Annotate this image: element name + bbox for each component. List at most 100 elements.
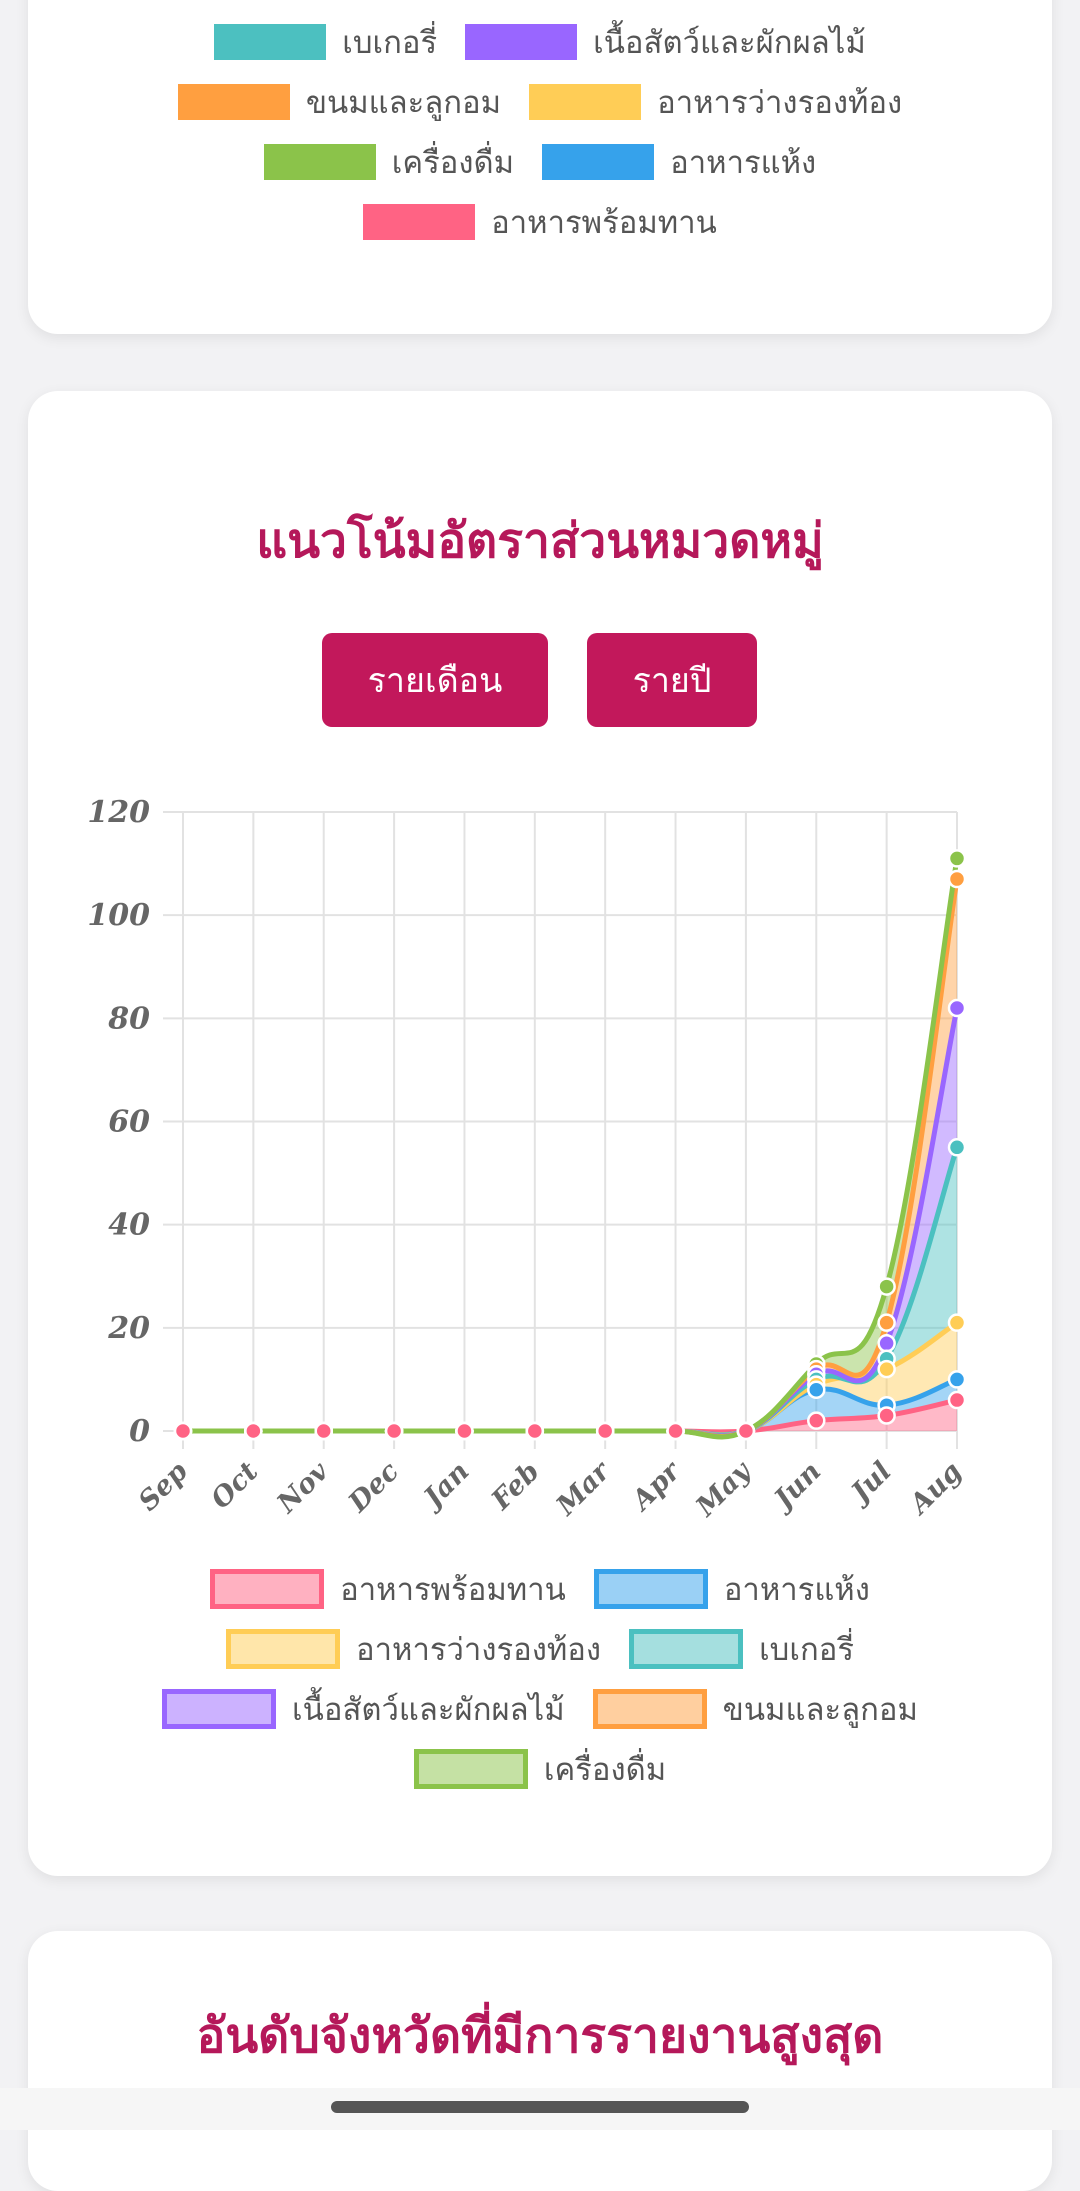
legend-label: เบเกอรี่ [759,1632,854,1668]
data-point [947,1313,967,1332]
category-legend-card: เบเกอรี่ เนื้อสัตว์และผักผลไม้ขนมและลูกอม… [28,0,1052,334]
legend-swatch [413,1749,528,1789]
legend-row: เบเกอรี่ เนื้อสัตว์และผักผลไม้ [28,12,1052,72]
data-point [947,998,967,1018]
legend-label: อาหารแห้ง [670,145,817,181]
data-point [947,849,967,868]
legend-swatch [210,1569,325,1609]
chart-legend-item[interactable]: เนื้อสัตว์และผักผลไม้ [162,1684,565,1734]
y-tick-label: 40 [108,1208,150,1243]
legend-row: เนื้อสัตว์และผักผลไม้ ขนมและลูกอม [28,1679,1052,1739]
x-tick-label: Dec [342,1456,405,1519]
legend-label: เนื้อสัตว์และผักผลไม้ [292,1692,565,1728]
x-tick-label: Sep [133,1456,194,1517]
data-point [736,1421,756,1441]
chart-legend-item[interactable]: อาหารแห้ง [593,1564,870,1614]
chart-legend-item[interactable]: เบเกอรี่ [629,1624,854,1674]
data-point [877,1277,896,1296]
x-tick-label: Feb [485,1456,546,1517]
legend-label: อาหารว่างรองท้อง [657,85,903,121]
data-point [244,1421,263,1441]
chart-legend: อาหารพร้อมทาน อาหารแห้งอาหารว่างรองท้อง เบ… [28,1559,1052,1799]
legend-label: เครื่องดื่ม [391,145,515,181]
chart-legend-item[interactable]: ขนมและลูกอม [592,1684,918,1734]
legend-swatch [214,24,327,60]
data-point [666,1421,685,1441]
y-tick-label: 60 [108,1105,150,1140]
data-point [314,1421,333,1441]
chart-legend-item[interactable]: เครื่องดื่ม [413,1744,667,1794]
y-tick-label: 120 [87,795,150,830]
legend-item[interactable]: ขนมและลูกอม [177,77,502,127]
legend-row: ขนมและลูกอม อาหารว่างรองท้อง [28,72,1052,132]
y-tick-label: 100 [87,898,150,933]
data-point [807,1380,826,1399]
legend-row: อาหารว่างรองท้อง เบเกอรี่ [28,1619,1052,1679]
x-tick-label: Jun [765,1456,827,1518]
legend-swatch [177,84,290,120]
data-point [947,1370,967,1389]
chart-legend-item[interactable]: อาหารพร้อมทาน [210,1564,566,1614]
legend-swatch [465,24,578,60]
legend-item[interactable]: เบเกอรี่ [214,17,437,67]
category-trend-card: แนวโน้มอัตราส่วนหมวดหมู่ รายเดือน รายปี … [28,391,1052,1876]
legend-label: เครื่องดื่ม [543,1752,667,1788]
data-point [807,1411,826,1430]
data-point [455,1421,474,1441]
legend-item[interactable]: อาหารแห้ง [542,137,816,187]
x-tick-label: Oct [205,1456,264,1515]
legend-swatch [592,1689,707,1729]
x-tick-label: Nov [271,1456,335,1520]
home-indicator[interactable] [331,2101,749,2113]
legend-item[interactable]: อาหารพร้อมทาน [363,197,717,247]
data-point [947,1390,967,1410]
data-point [384,1421,404,1441]
data-point [877,1334,896,1353]
legend-item[interactable]: เนื้อสัตว์และผักผลไม้ [465,17,866,67]
legend-item[interactable]: อาหารว่างรองท้อง [529,77,902,127]
data-point [525,1421,545,1441]
legend-row: อาหารพร้อมทาน [28,192,1052,252]
area-fill [183,858,957,1437]
legend-row: เครื่องดื่ม [28,1739,1052,1799]
x-tick-label: May [690,1454,759,1523]
data-point [173,1421,193,1441]
top-legend: เบเกอรี่ เนื้อสัตว์และผักผลไม้ขนมและลูกอม… [28,12,1052,252]
series-line [183,858,960,1440]
legend-swatch [226,1629,340,1669]
x-tick-label: Jan [415,1456,476,1517]
chart-legend-item[interactable]: อาหารว่างรองท้อง [226,1624,601,1674]
data-point [595,1421,615,1441]
legend-label: ขนมและลูกอม [305,85,502,121]
legend-swatch [593,1569,708,1609]
data-point [877,1359,896,1379]
legend-label: เบเกอรี่ [342,25,438,61]
legend-item[interactable]: เครื่องดื่ม [263,137,515,187]
data-point [877,1406,896,1425]
legend-label: ขนมและลูกอม [722,1692,918,1728]
x-tick-label: Jul [842,1456,898,1512]
province-ranking-title: อันดับจังหวัดที่มีการรายงานสูงสุด [196,2008,884,2064]
x-tick-label: Aug [902,1456,968,1522]
x-tick-label: Mar [550,1455,617,1522]
legend-label: อาหารพร้อมทาน [491,205,717,241]
data-point [947,869,967,889]
legend-label: อาหารแห้ง [723,1572,870,1608]
legend-swatch [263,144,376,180]
legend-row: อาหารพร้อมทาน อาหารแห้ง [28,1559,1052,1619]
data-point [947,1138,967,1157]
y-tick-label: 20 [107,1311,150,1346]
legend-label: เนื้อสัตว์และผักผลไม้ [593,25,866,61]
legend-swatch [363,204,476,240]
legend-swatch [529,84,642,120]
legend-label: อาหารว่างรองท้อง [356,1632,602,1668]
y-tick-label: 80 [107,1001,150,1036]
y-tick-label: 0 [129,1414,150,1449]
legend-row: เครื่องดื่ม อาหารแห้ง [28,132,1052,192]
legend-swatch [162,1689,277,1729]
data-point [877,1313,896,1332]
legend-label: อาหารพร้อมทาน [340,1572,566,1608]
x-tick-label: Apr [624,1455,688,1519]
legend-swatch [629,1629,744,1669]
legend-swatch [542,144,655,180]
